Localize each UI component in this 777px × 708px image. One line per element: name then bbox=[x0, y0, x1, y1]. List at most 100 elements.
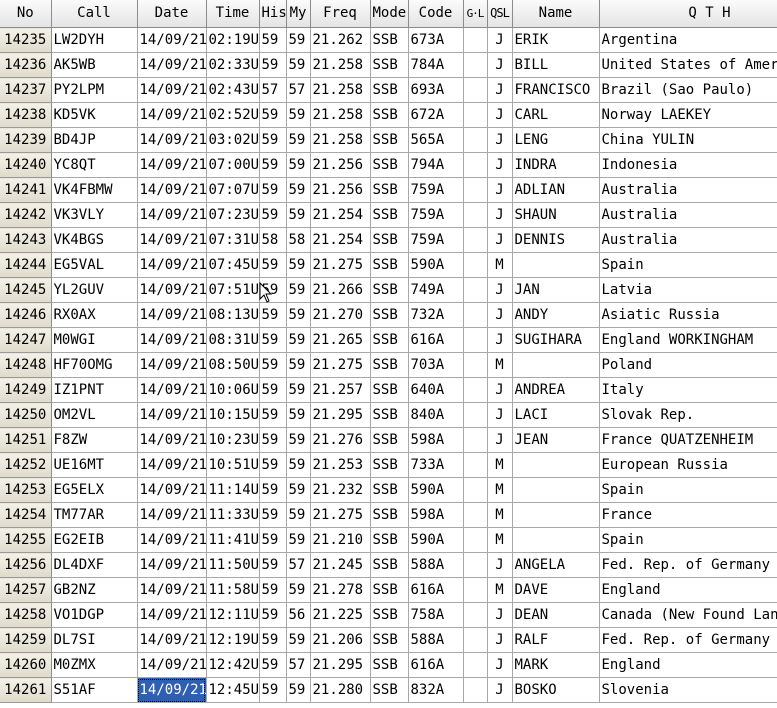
qsl-cell[interactable]: J bbox=[487, 627, 513, 653]
row-number-cell[interactable]: 14237 bbox=[0, 77, 52, 103]
time-cell[interactable]: 02:43U bbox=[206, 77, 260, 103]
qth-cell[interactable]: Slovenia bbox=[599, 677, 777, 703]
qsl-cell[interactable]: M bbox=[487, 477, 513, 503]
qth-cell[interactable]: France QUATZENHEIM bbox=[599, 427, 777, 453]
gl-cell[interactable] bbox=[463, 427, 488, 453]
my-cell[interactable]: 57 bbox=[286, 77, 311, 103]
freq-cell[interactable]: 21.275 bbox=[310, 252, 371, 278]
freq-cell[interactable]: 21.245 bbox=[310, 552, 371, 578]
table-row[interactable]: 14239 BD4JP 14/09/21 03:02U 59 59 21.258 SSB 565… bbox=[0, 127, 777, 153]
mode-cell[interactable]: SSB bbox=[370, 602, 409, 628]
table-row[interactable]: 14255 EG2EIB 14/09/21 11:41U 59 59 21.210 SSB 59… bbox=[0, 527, 777, 553]
his-cell[interactable]: 59 bbox=[259, 177, 287, 203]
date-cell[interactable]: 14/09/21 bbox=[137, 202, 207, 228]
mode-cell[interactable]: SSB bbox=[370, 252, 409, 278]
qsl-cell[interactable]: M bbox=[487, 252, 513, 278]
freq-cell[interactable]: 21.295 bbox=[310, 402, 371, 428]
table-row[interactable]: 14259 DL7SI 14/09/21 12:19U 59 59 21.206 SSB 588… bbox=[0, 627, 777, 653]
call-cell[interactable]: YC8QT bbox=[51, 152, 138, 178]
mode-cell[interactable]: SSB bbox=[370, 202, 409, 228]
call-cell[interactable]: TM77AR bbox=[51, 502, 138, 528]
call-cell[interactable]: EG5ELX bbox=[51, 477, 138, 503]
table-row[interactable]: 14250 OM2VL 14/09/21 10:15U 59 59 21.295 SSB 840… bbox=[0, 402, 777, 428]
name-cell[interactable]: BILL bbox=[512, 52, 600, 78]
freq-cell[interactable]: 21.254 bbox=[310, 202, 371, 228]
table-row[interactable]: 14235 LW2DYH 14/09/21 02:19U 59 59 21.262 SSB 67… bbox=[0, 27, 777, 53]
his-cell[interactable]: 59 bbox=[259, 152, 287, 178]
gl-cell[interactable] bbox=[463, 127, 488, 153]
his-cell[interactable]: 58 bbox=[259, 227, 287, 253]
freq-cell[interactable]: 21.257 bbox=[310, 377, 371, 403]
date-cell[interactable]: 14/09/21 bbox=[137, 352, 207, 378]
time-cell[interactable]: 12:11U bbox=[206, 602, 260, 628]
time-cell[interactable]: 08:50U bbox=[206, 352, 260, 378]
column-header-mode[interactable]: Mode bbox=[370, 0, 409, 28]
date-cell[interactable]: 14/09/21 bbox=[137, 127, 207, 153]
code-cell[interactable]: 732A bbox=[408, 302, 464, 328]
my-cell[interactable]: 58 bbox=[286, 227, 311, 253]
my-cell[interactable]: 59 bbox=[286, 577, 311, 603]
row-number-cell[interactable]: 14244 bbox=[0, 252, 52, 278]
qth-cell[interactable]: Australia bbox=[599, 202, 777, 228]
his-cell[interactable]: 57 bbox=[259, 77, 287, 103]
time-cell[interactable]: 10:06U bbox=[206, 377, 260, 403]
my-cell[interactable]: 59 bbox=[286, 177, 311, 203]
row-number-cell[interactable]: 14239 bbox=[0, 127, 52, 153]
table-row[interactable]: 14242 VK3VLY 14/09/21 07:23U 59 59 21.254 SSB 75… bbox=[0, 202, 777, 228]
code-cell[interactable]: 693A bbox=[408, 77, 464, 103]
gl-cell[interactable] bbox=[463, 52, 488, 78]
his-cell[interactable]: 59 bbox=[259, 352, 287, 378]
date-cell[interactable]: 14/09/21 bbox=[137, 477, 207, 503]
time-cell[interactable]: 07:31U bbox=[206, 227, 260, 253]
freq-cell[interactable]: 21.262 bbox=[310, 27, 371, 53]
row-number-cell[interactable]: 14238 bbox=[0, 102, 52, 128]
mode-cell[interactable]: SSB bbox=[370, 427, 409, 453]
qsl-cell[interactable]: J bbox=[487, 127, 513, 153]
mode-cell[interactable]: SSB bbox=[370, 452, 409, 478]
row-number-cell[interactable]: 14243 bbox=[0, 227, 52, 253]
my-cell[interactable]: 59 bbox=[286, 27, 311, 53]
qth-cell[interactable]: Spain bbox=[599, 252, 777, 278]
mode-cell[interactable]: SSB bbox=[370, 27, 409, 53]
mode-cell[interactable]: SSB bbox=[370, 127, 409, 153]
code-cell[interactable]: 794A bbox=[408, 152, 464, 178]
gl-cell[interactable] bbox=[463, 152, 488, 178]
name-cell[interactable] bbox=[512, 527, 600, 553]
qth-cell[interactable]: Australia bbox=[599, 177, 777, 203]
my-cell[interactable]: 59 bbox=[286, 202, 311, 228]
code-cell[interactable]: 616A bbox=[408, 327, 464, 353]
code-cell[interactable]: 598A bbox=[408, 502, 464, 528]
time-cell[interactable]: 11:50U bbox=[206, 552, 260, 578]
call-cell[interactable]: OM2VL bbox=[51, 402, 138, 428]
table-row[interactable]: 14260 M0ZMX 14/09/21 12:42U 59 57 21.295 SSB 616… bbox=[0, 652, 777, 678]
my-cell[interactable]: 59 bbox=[286, 477, 311, 503]
column-header-date[interactable]: Date bbox=[137, 0, 207, 28]
name-cell[interactable]: ANDY bbox=[512, 302, 600, 328]
mode-cell[interactable]: SSB bbox=[370, 227, 409, 253]
time-cell[interactable]: 07:45U bbox=[206, 252, 260, 278]
freq-cell[interactable]: 21.275 bbox=[310, 502, 371, 528]
time-cell[interactable]: 11:41U bbox=[206, 527, 260, 553]
time-cell[interactable]: 02:33U bbox=[206, 52, 260, 78]
freq-cell[interactable]: 21.206 bbox=[310, 627, 371, 653]
my-cell[interactable]: 56 bbox=[286, 602, 311, 628]
code-cell[interactable]: 616A bbox=[408, 577, 464, 603]
row-number-cell[interactable]: 14256 bbox=[0, 552, 52, 578]
his-cell[interactable]: 59 bbox=[259, 27, 287, 53]
freq-cell[interactable]: 21.256 bbox=[310, 177, 371, 203]
qsl-cell[interactable]: J bbox=[487, 677, 513, 703]
gl-cell[interactable] bbox=[463, 327, 488, 353]
gl-cell[interactable] bbox=[463, 27, 488, 53]
code-cell[interactable]: 590A bbox=[408, 527, 464, 553]
his-cell[interactable]: 59 bbox=[259, 277, 287, 303]
his-cell[interactable]: 59 bbox=[259, 127, 287, 153]
qth-cell[interactable]: Canada (New Found Land bbox=[599, 602, 777, 628]
code-cell[interactable]: 784A bbox=[408, 52, 464, 78]
table-row[interactable]: 14240 YC8QT 14/09/21 07:00U 59 59 21.256 SSB 794… bbox=[0, 152, 777, 178]
date-cell[interactable]: 14/09/21 bbox=[137, 102, 207, 128]
gl-cell[interactable] bbox=[463, 377, 488, 403]
date-cell[interactable]: 14/09/21 bbox=[137, 277, 207, 303]
freq-cell[interactable]: 21.295 bbox=[310, 652, 371, 678]
row-number-cell[interactable]: 14235 bbox=[0, 27, 52, 53]
name-cell[interactable]: ADLIAN bbox=[512, 177, 600, 203]
